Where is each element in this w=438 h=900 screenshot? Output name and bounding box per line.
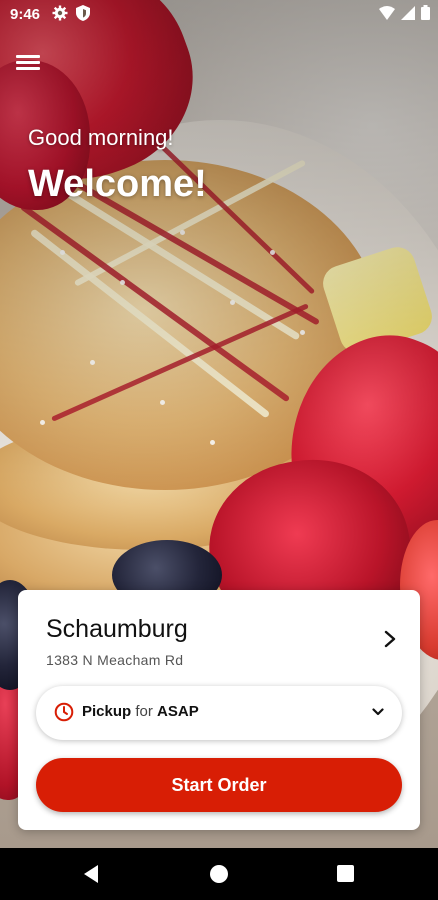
hamburger-menu-icon[interactable]	[16, 52, 40, 72]
start-order-button[interactable]: Start Order	[36, 758, 402, 812]
status-bar: 9:46	[0, 0, 438, 30]
pickup-time-selector[interactable]: Pickup for ASAP	[36, 686, 402, 740]
pickup-summary: Pickup for ASAP	[82, 703, 199, 720]
order-card: Schaumburg 1383 N Meacham Rd Pickup for …	[18, 590, 420, 830]
navigation-bar	[0, 848, 438, 900]
welcome-title: Welcome!	[28, 163, 207, 205]
pickup-mode: Pickup	[82, 703, 132, 720]
status-time: 9:46	[10, 6, 41, 23]
gear-icon	[52, 5, 68, 21]
pickup-time: ASAP	[157, 703, 199, 720]
chevron-down-icon	[372, 708, 384, 716]
home-icon[interactable]	[210, 865, 228, 883]
location-selector[interactable]: Schaumburg 1383 N Meacham Rd	[18, 590, 420, 674]
clock-icon	[54, 702, 74, 722]
status-right-icons	[379, 5, 430, 20]
signal-icon	[401, 5, 415, 20]
recent-apps-icon[interactable]	[337, 865, 354, 882]
wifi-icon	[379, 5, 395, 20]
back-icon[interactable]	[82, 864, 100, 884]
shield-icon	[76, 5, 90, 21]
battery-icon	[421, 5, 430, 20]
location-name: Schaumburg	[46, 615, 188, 643]
chevron-right-icon	[384, 630, 396, 648]
pickup-connector: for	[135, 703, 153, 720]
location-address: 1383 N Meacham Rd	[46, 652, 184, 668]
greeting-text: Good morning!	[28, 125, 174, 150]
home-screen: 9:46 Good morning! Welcome! Schaumburg 1…	[0, 0, 438, 848]
